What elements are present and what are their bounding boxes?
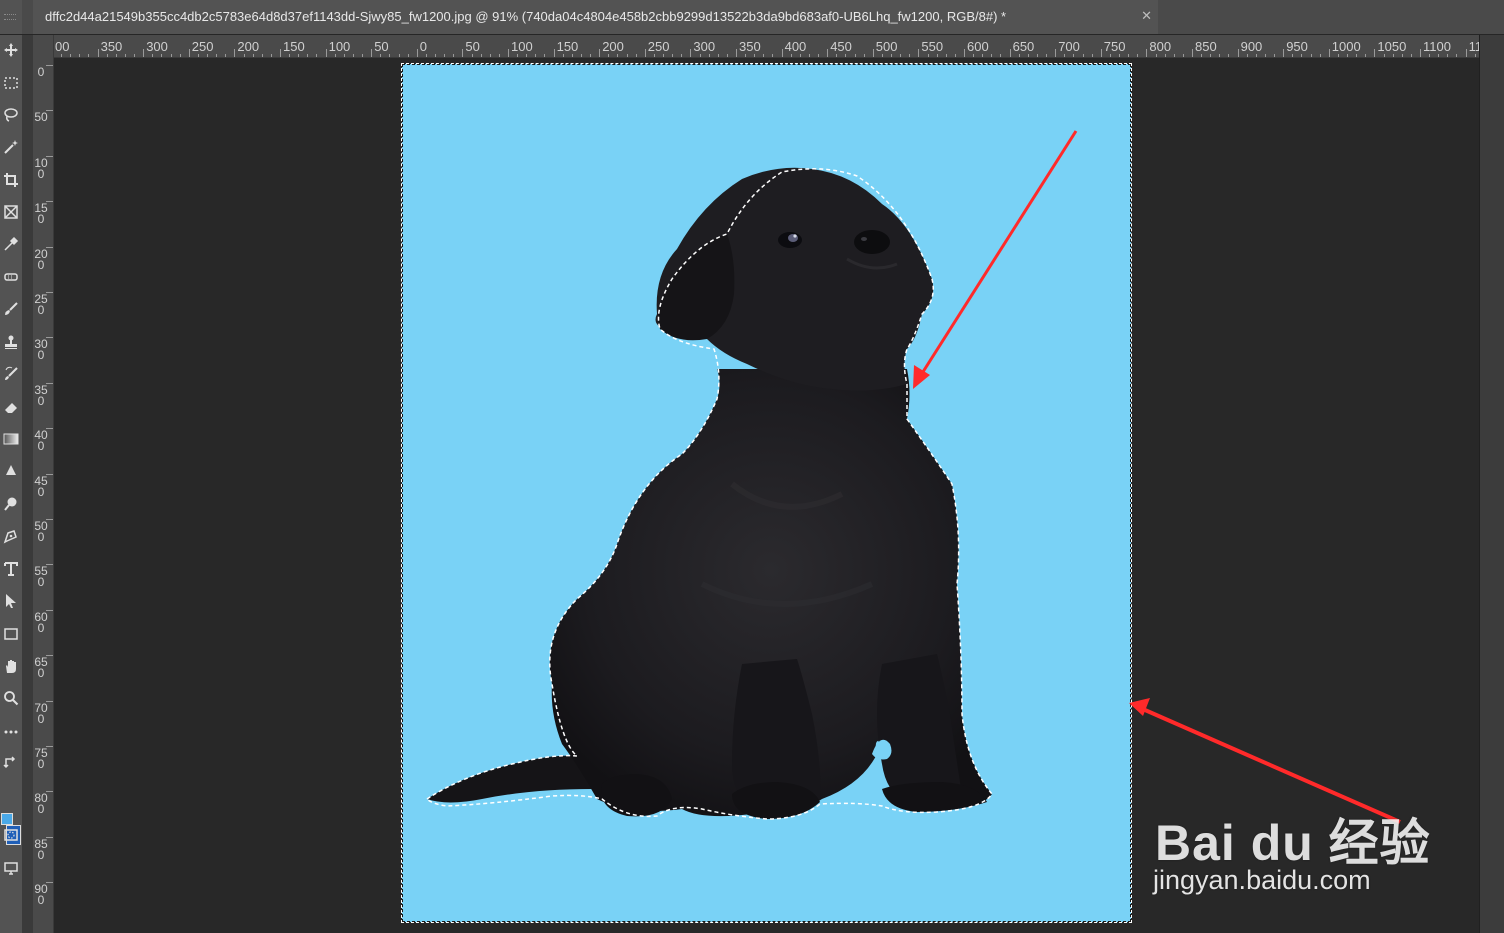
arrow-to-dog-outline	[913, 130, 1078, 389]
watermark-url: jingyan.baidu.com	[1153, 865, 1371, 895]
annotation-arrows	[913, 130, 1401, 824]
